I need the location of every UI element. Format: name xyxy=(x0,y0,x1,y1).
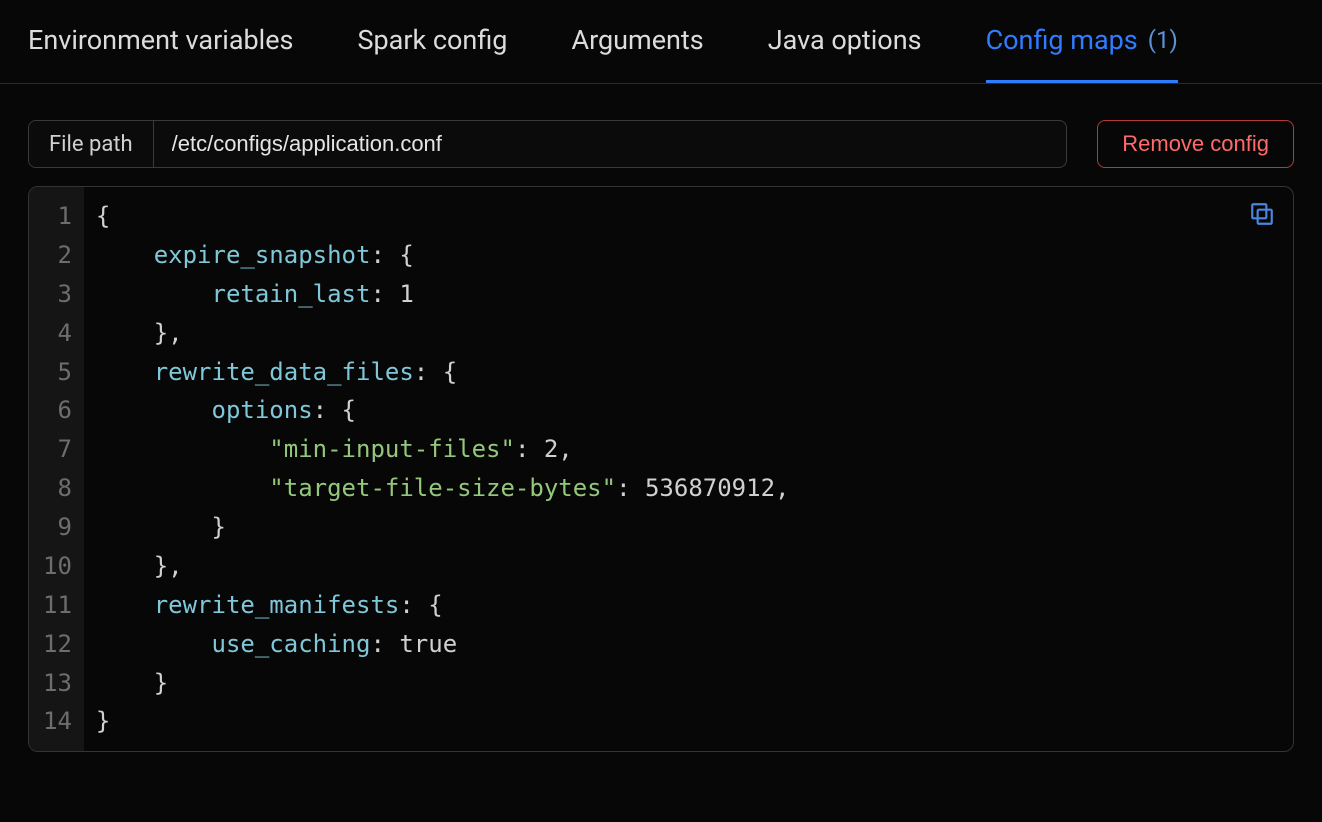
line-number: 10 xyxy=(29,547,84,586)
tab-label: Spark config xyxy=(357,24,507,56)
code-line: 7 "min-input-files": 2, xyxy=(29,430,1293,469)
line-number: 5 xyxy=(29,353,84,392)
code-line: 4 }, xyxy=(29,314,1293,353)
code-line: 6 options: { xyxy=(29,391,1293,430)
tab-label: Config maps xyxy=(986,24,1138,56)
line-number: 12 xyxy=(29,625,84,664)
tab-java-options[interactable]: Java options xyxy=(768,24,922,83)
code-editor[interactable]: 1{2 expire_snapshot: {3 retain_last: 14 … xyxy=(28,186,1294,752)
code-content: expire_snapshot: { xyxy=(84,236,1293,275)
tab-label: Environment variables xyxy=(28,24,293,56)
line-number: 11 xyxy=(29,586,84,625)
code-content: } xyxy=(84,702,1293,751)
code-line: 12 use_caching: true xyxy=(29,625,1293,664)
code-content: use_caching: true xyxy=(84,625,1293,664)
tab-spark-config[interactable]: Spark config xyxy=(357,24,507,83)
code-content: "min-input-files": 2, xyxy=(84,430,1293,469)
code-line: 10 }, xyxy=(29,547,1293,586)
remove-config-button[interactable]: Remove config xyxy=(1097,120,1294,168)
line-number: 8 xyxy=(29,469,84,508)
line-number: 2 xyxy=(29,236,84,275)
code-content: } xyxy=(84,508,1293,547)
code-line: 9 } xyxy=(29,508,1293,547)
code-content: { xyxy=(84,187,1293,236)
code-line: 3 retain_last: 1 xyxy=(29,275,1293,314)
code-content: }, xyxy=(84,314,1293,353)
line-number: 3 xyxy=(29,275,84,314)
line-number: 6 xyxy=(29,391,84,430)
line-number: 7 xyxy=(29,430,84,469)
tab-bar: Environment variables Spark config Argumen… xyxy=(0,0,1322,84)
file-path-label: File path xyxy=(29,121,154,167)
line-number: 9 xyxy=(29,508,84,547)
copy-icon[interactable] xyxy=(1249,201,1275,227)
tab-label: Arguments xyxy=(571,24,703,56)
code-content: rewrite_data_files: { xyxy=(84,353,1293,392)
code-line: 1{ xyxy=(29,187,1293,236)
line-number: 1 xyxy=(29,187,84,236)
line-number: 4 xyxy=(29,314,84,353)
code-line: 13 } xyxy=(29,664,1293,703)
tab-label: Java options xyxy=(768,24,922,56)
code-table: 1{2 expire_snapshot: {3 retain_last: 14 … xyxy=(29,187,1293,751)
code-content: } xyxy=(84,664,1293,703)
code-line: 5 rewrite_data_files: { xyxy=(29,353,1293,392)
code-line: 8 "target-file-size-bytes": 536870912, xyxy=(29,469,1293,508)
code-content: retain_last: 1 xyxy=(84,275,1293,314)
code-content: options: { xyxy=(84,391,1293,430)
code-content: "target-file-size-bytes": 536870912, xyxy=(84,469,1293,508)
file-path-group: File path xyxy=(28,120,1067,168)
code-line: 11 rewrite_manifests: { xyxy=(29,586,1293,625)
tab-config-maps[interactable]: Config maps (1) xyxy=(986,24,1178,83)
tab-arguments[interactable]: Arguments xyxy=(571,24,703,83)
tab-badge: (1) xyxy=(1148,26,1178,54)
config-controls: File path Remove config xyxy=(0,84,1322,168)
line-number: 13 xyxy=(29,664,84,703)
code-line: 2 expire_snapshot: { xyxy=(29,236,1293,275)
tab-environment-variables[interactable]: Environment variables xyxy=(28,24,293,83)
file-path-input[interactable] xyxy=(154,121,1067,167)
code-line: 14} xyxy=(29,702,1293,751)
code-content: }, xyxy=(84,547,1293,586)
code-content: rewrite_manifests: { xyxy=(84,586,1293,625)
line-number: 14 xyxy=(29,702,84,751)
